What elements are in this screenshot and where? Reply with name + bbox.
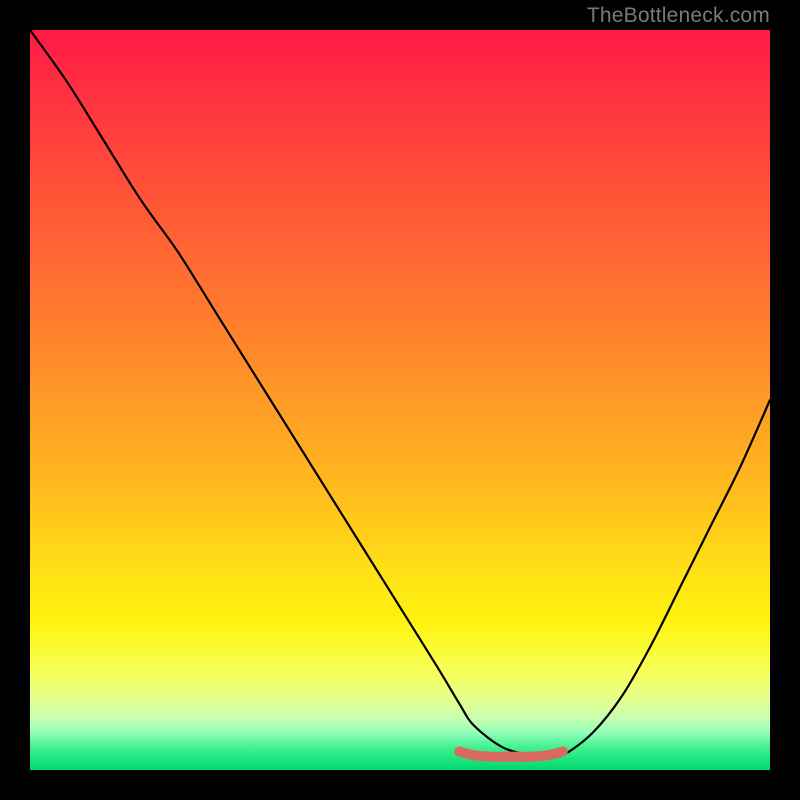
plot-area xyxy=(30,30,770,770)
optimal-range-marker xyxy=(459,752,563,757)
chart-frame: TheBottleneck.com xyxy=(0,0,800,800)
bottleneck-curve xyxy=(30,30,770,757)
curve-layer xyxy=(30,30,770,770)
watermark-text: TheBottleneck.com xyxy=(587,4,770,28)
